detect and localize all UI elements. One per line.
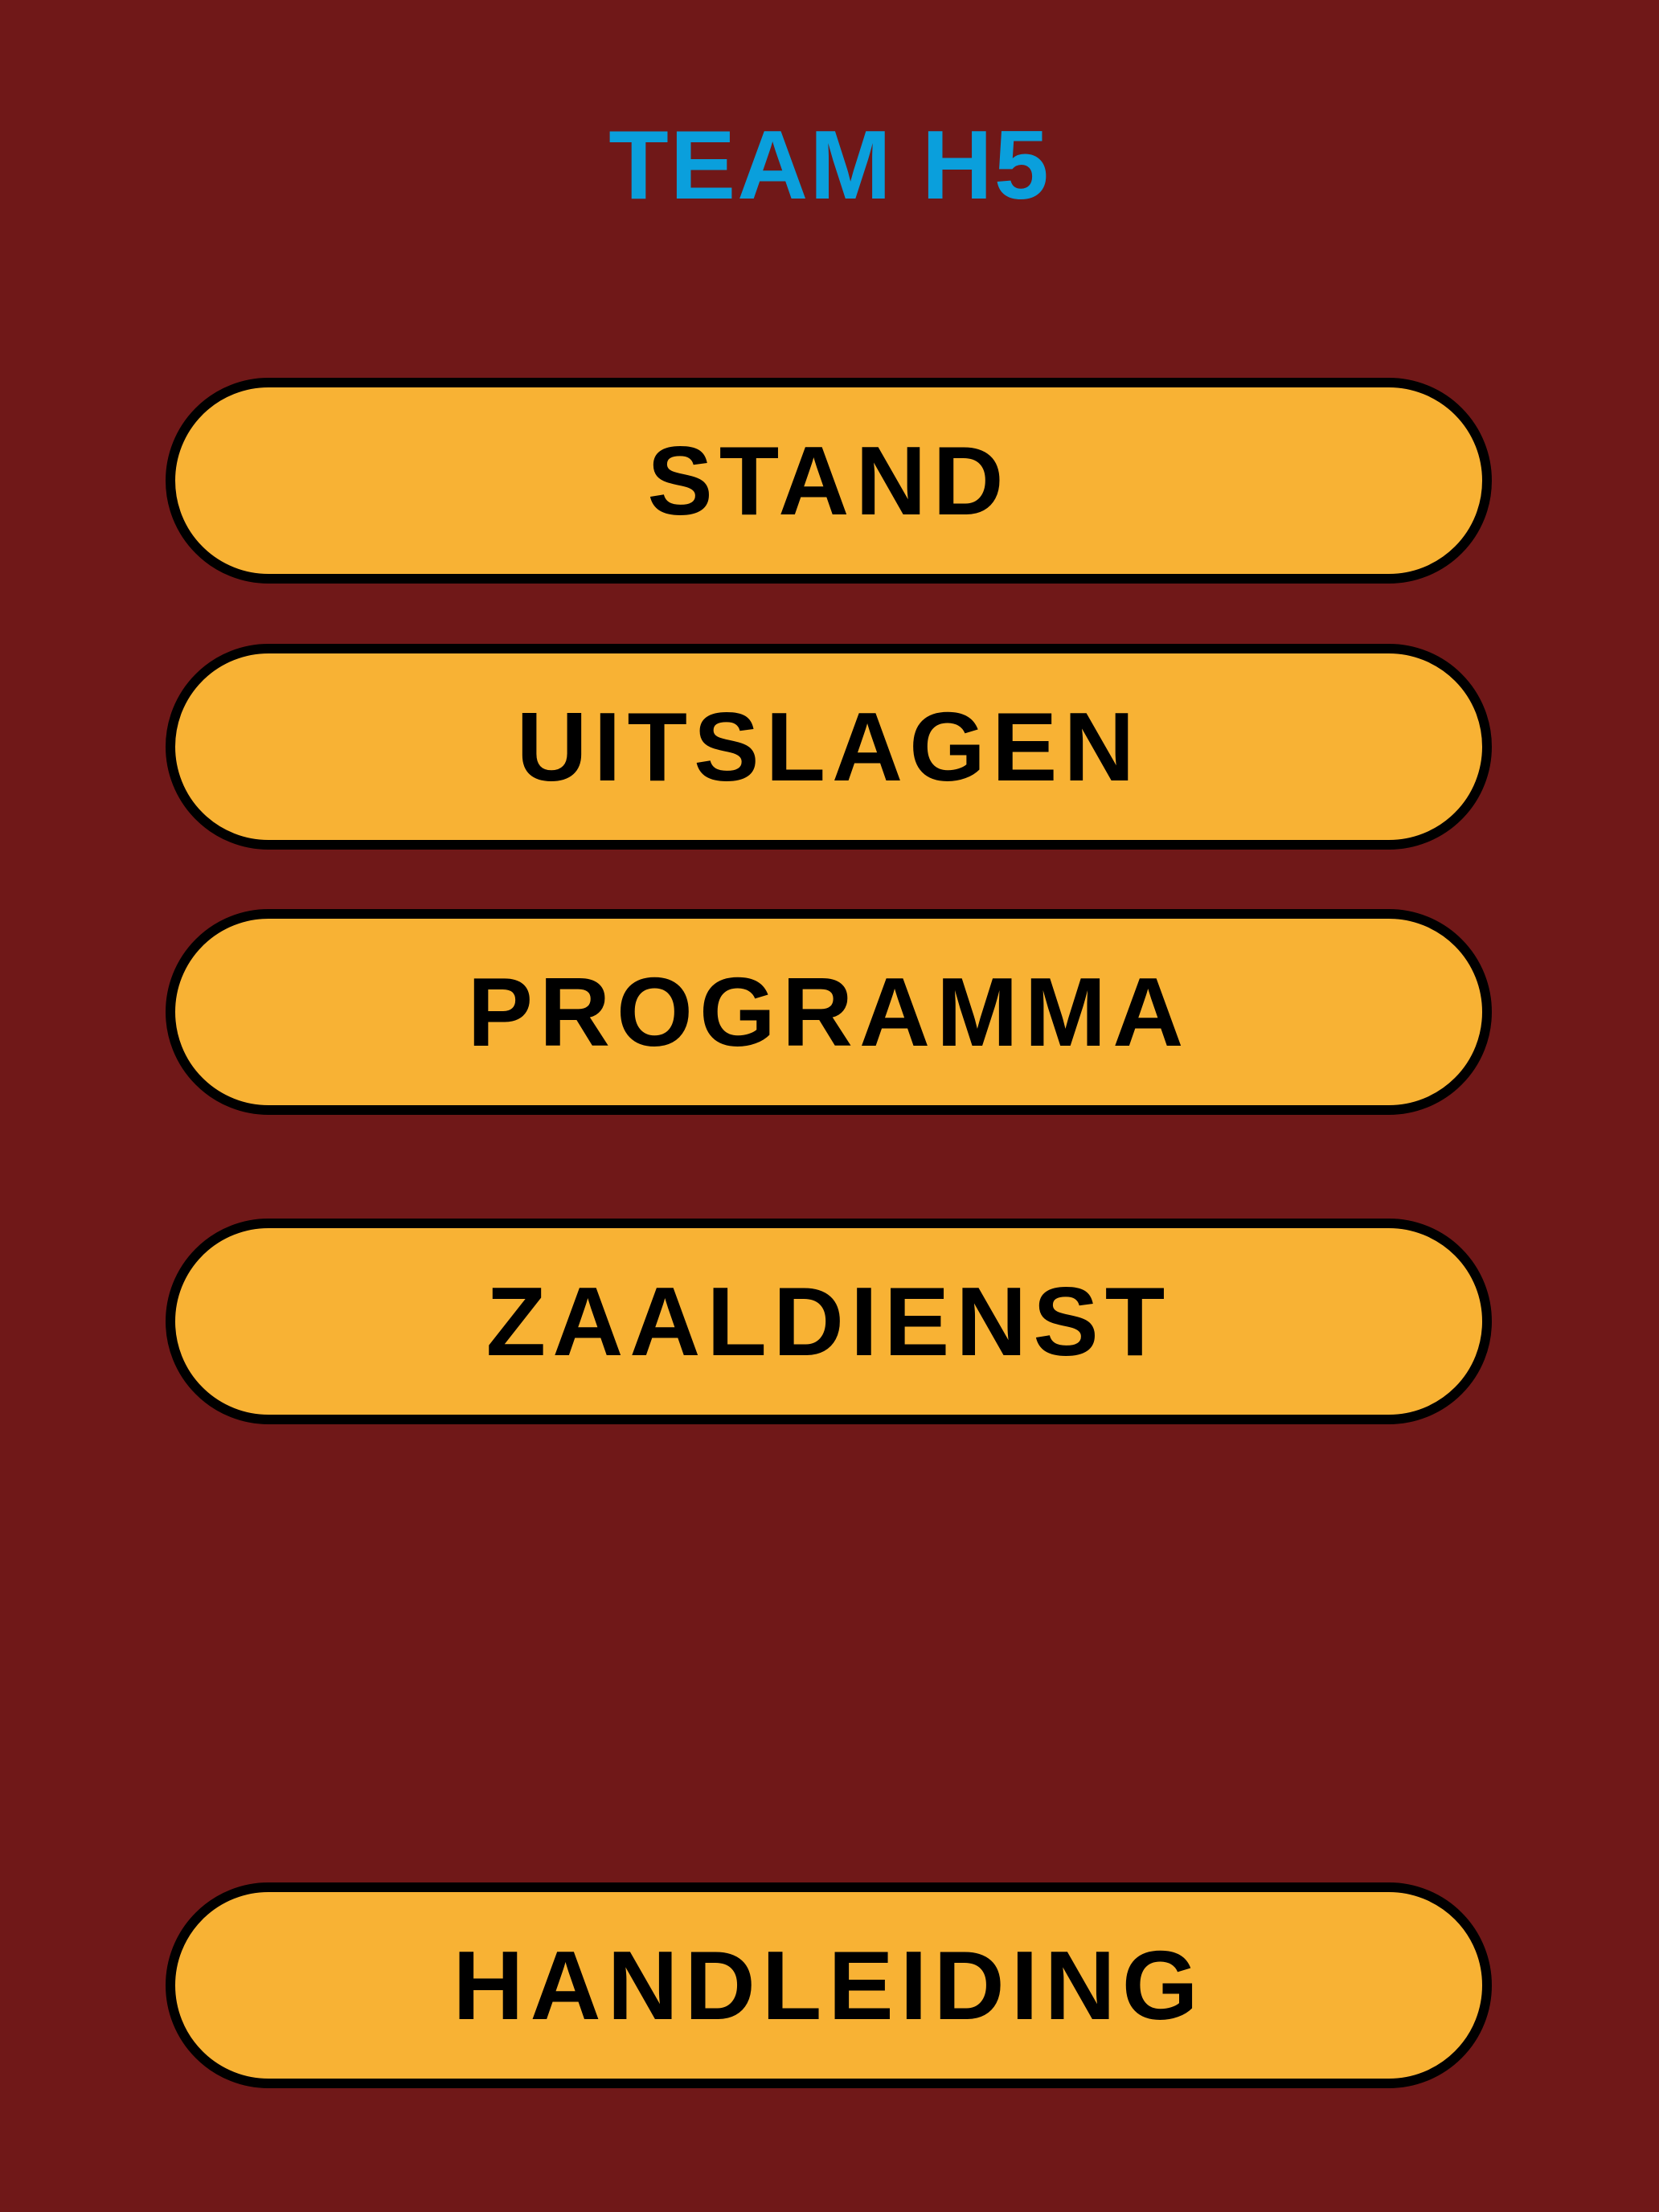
zaaldienst-button-label: ZAALDIENST — [485, 1267, 1172, 1376]
uitslagen-button[interactable]: UITSLAGEN — [166, 644, 1492, 850]
uitslagen-button-label: UITSLAGEN — [516, 692, 1141, 801]
stand-button[interactable]: STAND — [166, 378, 1492, 584]
handleiding-button-label: HANDLEIDING — [453, 1931, 1205, 2040]
handleiding-button[interactable]: HANDLEIDING — [166, 1882, 1492, 2088]
page-title: TEAM H5 — [608, 110, 1051, 219]
programma-button-label: PROGRAMMA — [467, 957, 1190, 1067]
zaaldienst-button[interactable]: ZAALDIENST — [166, 1219, 1492, 1424]
programma-button[interactable]: PROGRAMMA — [166, 909, 1492, 1115]
stand-button-label: STAND — [647, 426, 1010, 535]
